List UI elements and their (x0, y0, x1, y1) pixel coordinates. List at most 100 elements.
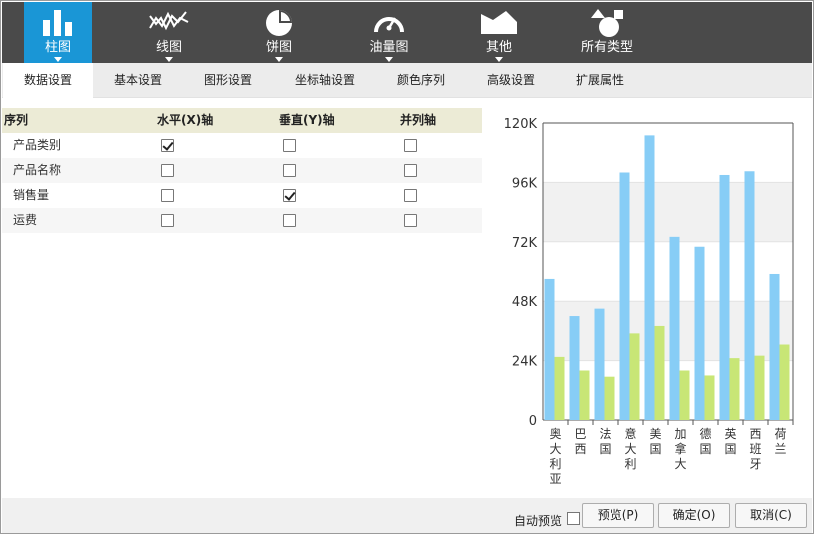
y-axis-checkbox[interactable] (283, 189, 296, 202)
y-tick-label: 48K (512, 295, 538, 310)
tab-color-series[interactable]: 颜色序列 (380, 63, 462, 98)
bar (569, 316, 580, 420)
bar (554, 356, 565, 420)
x-tick-label: 加 (674, 427, 686, 441)
x-tick-label: 德 (699, 426, 711, 441)
series-label: 产品名称 (13, 163, 62, 177)
shapes-icon (590, 8, 624, 41)
bar (744, 171, 755, 420)
column-header-parallel-axis: 并列轴 (400, 113, 437, 127)
x-tick-label: 西 (574, 442, 586, 456)
y-axis-checkbox[interactable] (283, 139, 296, 152)
chart-type-all-button[interactable]: 所有类型 (572, 2, 642, 63)
bar (779, 344, 790, 420)
x-tick-label: 大 (674, 457, 686, 471)
x-tick-label: 大 (549, 442, 561, 456)
bar (579, 370, 590, 420)
x-tick-label: 亚 (549, 472, 561, 486)
chart-type-bar: 柱图 线图 饼图 油量图 其他 所有类型 (2, 2, 812, 63)
x-tick-label: 英 (724, 427, 736, 441)
chevron-down-icon (54, 57, 62, 62)
bar (594, 308, 605, 420)
grid-band (543, 182, 793, 242)
chart-type-label: 油量图 (369, 40, 409, 55)
chart-type-label: 柱图 (44, 40, 71, 55)
tab-shape-settings[interactable]: 图形设置 (187, 63, 269, 98)
bar (654, 325, 665, 420)
bar (754, 355, 765, 420)
x-tick-label: 利 (549, 457, 561, 471)
series-label: 产品类别 (13, 138, 62, 152)
bar (729, 358, 740, 420)
bar (644, 135, 655, 420)
auto-preview-checkbox[interactable] (567, 512, 580, 525)
chart-type-label: 饼图 (265, 40, 292, 55)
chart-type-label: 线图 (155, 40, 182, 55)
auto-preview-label: 自动预览 (514, 514, 563, 528)
bar (679, 370, 690, 420)
tab-extended-properties[interactable]: 扩展属性 (559, 63, 641, 98)
chart-preview: 0 24K 48K 72K 96K 120K 奥大利亚巴西法国意大利美国加拿大德国英国西班牙… (491, 109, 811, 494)
table-row: 产品名称 (2, 158, 482, 183)
x-tick-label: 班 (749, 442, 761, 456)
chevron-down-icon (495, 57, 503, 62)
parallel-axis-checkbox[interactable] (404, 214, 417, 227)
chevron-down-icon (165, 57, 173, 62)
parallel-axis-checkbox[interactable] (404, 164, 417, 177)
x-tick-label: 拿 (674, 441, 686, 456)
y-axis-checkbox[interactable] (283, 214, 296, 227)
table-row: 销售量 (2, 183, 482, 208)
x-axis-checkbox[interactable] (161, 139, 174, 152)
x-axis-checkbox[interactable] (161, 214, 174, 227)
column-header-series: 序列 (4, 113, 29, 127)
tab-advanced-settings[interactable]: 高级设置 (470, 63, 552, 98)
bar (619, 172, 630, 420)
x-axis-checkbox[interactable] (161, 189, 174, 202)
x-tick-label: 利 (624, 457, 636, 471)
x-tick-label: 荷 (774, 427, 786, 441)
tab-basic-settings[interactable]: 基本设置 (97, 63, 179, 98)
table-row: 产品类别 (2, 133, 482, 158)
chart-type-pie-button[interactable]: 饼图 (244, 2, 314, 63)
chart-type-label: 所有类型 (580, 40, 633, 55)
gauge-icon (372, 8, 406, 39)
x-tick-label: 美 (649, 427, 661, 441)
area-chart-icon (480, 8, 518, 37)
x-tick-label: 意 (624, 426, 636, 441)
x-tick-label: 国 (699, 442, 711, 456)
y-tick-label: 72K (512, 236, 538, 251)
bar (669, 236, 680, 420)
chart-type-line-button[interactable]: 线图 (134, 2, 204, 63)
settings-tabs: 数据设置 基本设置 图形设置 坐标轴设置 颜色序列 高级设置 扩展属性 (2, 63, 812, 98)
column-header-y-axis: 垂直(Y)轴 (279, 113, 335, 127)
bar (604, 376, 615, 420)
x-tick-label: 国 (649, 442, 661, 456)
chart-type-other-button[interactable]: 其他 (464, 2, 534, 63)
x-axis-checkbox[interactable] (161, 164, 174, 177)
ok-button[interactable]: 确定(O) (658, 503, 730, 528)
series-label: 运费 (13, 213, 38, 227)
bar (769, 273, 780, 420)
column-header-x-axis: 水平(X)轴 (157, 113, 214, 127)
dialog-footer: 自动预览 预览(P) 确定(O) 取消(C) (2, 498, 812, 533)
y-axis-checkbox[interactable] (283, 164, 296, 177)
chart-type-label: 其他 (485, 40, 512, 55)
chevron-down-icon (385, 57, 393, 62)
chart-wizard-dialog: 柱图 线图 饼图 油量图 其他 所有类型 数据设置 基本设置 图形设置 坐标轴设… (0, 0, 814, 534)
x-tick-label: 西 (749, 427, 761, 441)
parallel-axis-checkbox[interactable] (404, 139, 417, 152)
y-tick-label: 120K (504, 117, 538, 132)
tab-data-settings[interactable]: 数据设置 (3, 63, 93, 98)
chart-type-bar-button[interactable]: 柱图 (24, 2, 92, 63)
x-tick-label: 兰 (774, 442, 786, 456)
parallel-axis-checkbox[interactable] (404, 189, 417, 202)
tab-axis-settings[interactable]: 坐标轴设置 (280, 63, 370, 98)
cancel-button[interactable]: 取消(C) (735, 503, 807, 528)
chart-type-gauge-button[interactable]: 油量图 (354, 2, 424, 63)
line-chart-icon (148, 8, 190, 37)
preview-button[interactable]: 预览(P) (582, 503, 654, 528)
grid-band (543, 301, 793, 361)
x-tick-label: 奥 (549, 427, 561, 441)
bar (704, 375, 715, 420)
x-tick-label: 国 (724, 442, 736, 456)
